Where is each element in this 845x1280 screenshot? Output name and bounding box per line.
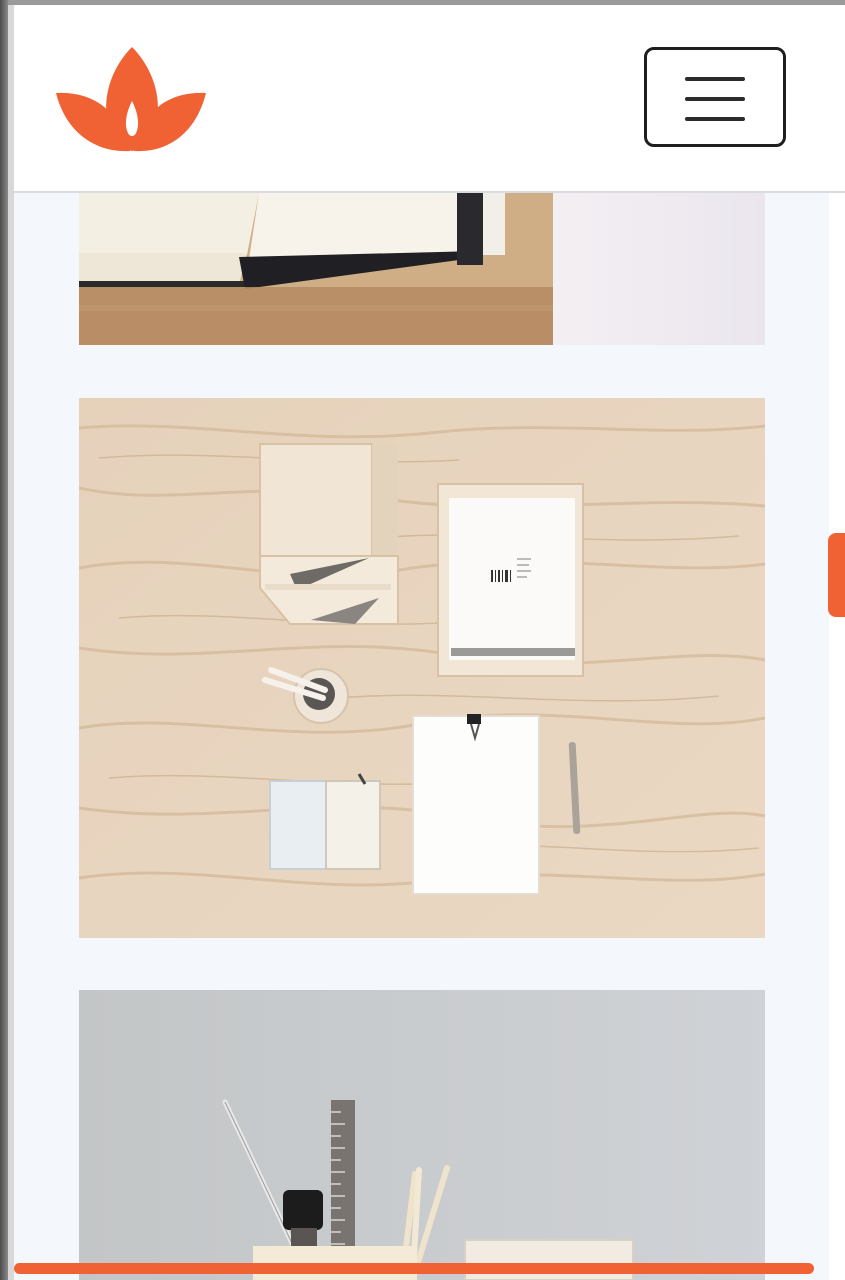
gallery-image-desk-organizers[interactable] [79,398,765,938]
hamburger-line-bottom [685,117,745,121]
gallery-image-desk-supplies[interactable] [79,990,765,1280]
vertical-scrollbar-track[interactable] [829,193,845,1280]
gallery-image-notebook[interactable] [79,193,765,345]
site-header [14,5,845,193]
gallery-content [14,193,829,1280]
window-left-edge [0,0,8,1280]
lotus-logo-icon[interactable] [56,43,212,155]
horizontal-scroll-progress-bar[interactable] [14,1263,814,1274]
hamburger-line-middle [685,97,745,101]
hamburger-menu-button[interactable] [644,47,786,147]
vertical-scrollbar-thumb[interactable] [828,533,845,617]
hamburger-line-top [685,77,745,81]
